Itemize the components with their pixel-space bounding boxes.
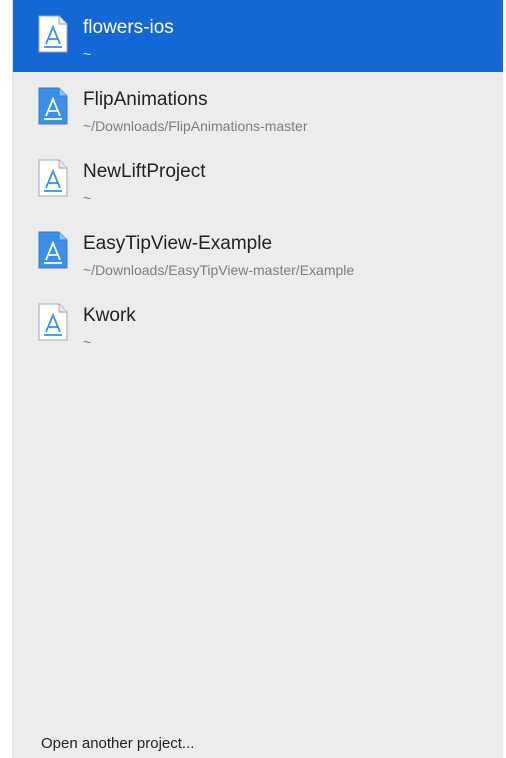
project-name: EasyTipView-Example <box>83 233 273 254</box>
project-path: ~ <box>83 334 92 350</box>
project-path: ~ <box>83 190 92 206</box>
project-name: flowers-ios <box>83 17 174 38</box>
project-row-flowers-ios[interactable]: flowers-ios ~ <box>13 0 503 72</box>
recent-projects-list: flowers-ios ~ FlipAnimations ~/Downloads… <box>13 0 503 360</box>
project-row-flipanimations[interactable]: FlipAnimations ~/Downloads/FlipAnimation… <box>13 72 503 144</box>
project-row-kwork[interactable]: Kwork ~ <box>13 288 503 360</box>
project-row-newliftproject[interactable]: NewLiftProject ~ <box>13 144 503 216</box>
project-name: FlipAnimations <box>83 89 208 110</box>
project-name: Kwork <box>83 305 136 326</box>
recent-projects-panel: flowers-ios ~ FlipAnimations ~/Downloads… <box>12 0 503 758</box>
xcode-app-project-icon <box>37 230 69 270</box>
xcode-project-icon <box>37 14 69 54</box>
xcode-project-icon <box>37 158 69 198</box>
xcode-app-project-icon <box>37 86 69 126</box>
open-another-project-button[interactable]: Open another project... <box>41 735 194 752</box>
xcode-project-icon <box>37 302 69 342</box>
project-name: NewLiftProject <box>83 161 206 182</box>
project-row-easytipview-example[interactable]: EasyTipView-Example ~/Downloads/EasyTipV… <box>13 216 503 288</box>
project-path: ~/Downloads/EasyTipView-master/Example <box>83 262 355 278</box>
project-path: ~/Downloads/FlipAnimations-master <box>83 118 308 134</box>
project-path: ~ <box>83 46 92 62</box>
